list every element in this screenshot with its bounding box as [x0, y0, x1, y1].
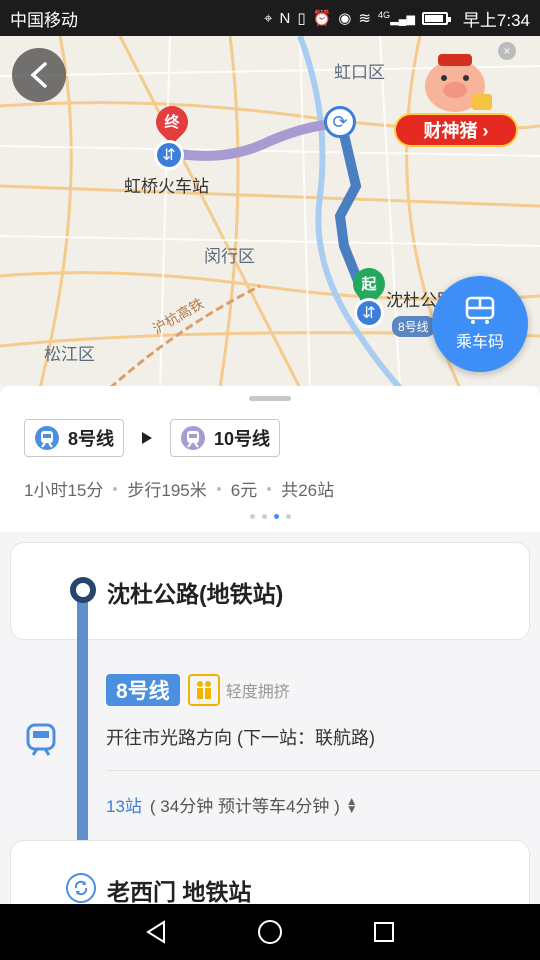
crowd-level: 轻度拥挤	[225, 684, 290, 701]
promo-close-icon[interactable]: ×	[498, 42, 516, 60]
train-direction: 开往市光路方向 (下一站：联航路)	[106, 728, 375, 748]
map-label-minhang: 闵行区	[204, 247, 255, 266]
metro-icon	[35, 426, 59, 450]
chevron-left-icon	[30, 62, 47, 88]
route-sheet: 8号线 10号线 1小时15分 步行195米 6元 共26站 沈杜公路(地铁站)…	[0, 386, 540, 920]
vibrate-icon: ▯	[297, 10, 306, 27]
route-meta: 1小时15分 步行195米 6元 共26站	[24, 476, 334, 501]
walk-start-icon: ⇵	[354, 298, 384, 328]
crowd-icon	[187, 674, 220, 706]
nav-back-icon[interactable]	[144, 919, 168, 945]
map-label-hongkou: 虹口区	[334, 63, 385, 82]
transfer-station-name: 老西门 地铁站	[107, 879, 252, 905]
ride-code-label: 乘车码	[455, 334, 504, 351]
metro-icon	[26, 723, 56, 756]
promo-banner[interactable]: 财神猪 ›	[394, 113, 518, 147]
route-fare: 6元	[230, 481, 258, 500]
route-walk: 步行195米	[127, 481, 207, 500]
map-line8-tag: 8号线	[392, 316, 435, 337]
eye-icon: ◉	[338, 10, 352, 27]
metro-icon	[181, 426, 206, 450]
drag-handle[interactable]	[249, 396, 291, 401]
route-lines: 8号线 10号线	[24, 419, 281, 457]
line-chip-label: 10号线	[214, 429, 271, 449]
system-nav-bar	[0, 904, 540, 960]
carrier-name: 中国移动	[10, 10, 78, 30]
stops-toggle[interactable]: 13站 ( 34分钟 预计等车4分钟 ) ▲ ▼	[106, 792, 358, 817]
line-chip-8: 8号线	[24, 419, 125, 457]
expand-icon: ▲ ▼	[345, 793, 358, 816]
start-node	[70, 577, 96, 603]
map-label-hongqiao: 虹桥火车站	[124, 177, 209, 196]
clock: 早上7:34	[462, 10, 530, 30]
status-icons: ⌖ N ▯ ⏰ ◉ ≋ 4G▂▄▆ 早上7:34	[264, 6, 530, 31]
walk-icon: ⇵	[154, 140, 184, 170]
battery-icon	[421, 11, 451, 25]
transfer-marker-icon[interactable]: ⟳	[324, 106, 356, 138]
alarm-icon: ⏰	[312, 10, 332, 27]
status-bar: 中国移动 ⌖ N ▯ ⏰ ◉ ≋ 4G▂▄▆ 早上7:34	[0, 0, 540, 36]
nav-recents-icon[interactable]	[372, 920, 396, 944]
map-label-songjiang: 松江区	[44, 345, 95, 364]
nfc-icon: N	[279, 9, 291, 27]
back-button[interactable]	[12, 48, 66, 102]
route-duration: 1小时15分	[24, 481, 104, 500]
ride-code-button[interactable]: 乘车码	[432, 276, 528, 372]
stop-count: 13站	[106, 797, 142, 816]
signal-icon: 4G▂▄▆	[377, 10, 415, 26]
start-station-name: 沈杜公路(地铁站)	[107, 581, 284, 607]
line-badge: 8号线	[106, 674, 180, 706]
line-chip-10: 10号线	[170, 419, 281, 457]
page-indicator	[250, 514, 291, 519]
segment-detail: ( 34分钟 预计等车4分钟 )	[149, 797, 340, 816]
arrow-right-icon	[142, 432, 153, 444]
wifi-icon: ≋	[358, 10, 371, 27]
transit-segment[interactable]: 8号线 轻度拥挤 开往市光路方向 (下一站：联航路) 13站 ( 34分钟 预计…	[106, 674, 540, 816]
line-chip-label: 8号线	[68, 429, 115, 449]
bus-icon	[465, 296, 495, 324]
route-stops: 共26站	[281, 481, 335, 500]
route-summary[interactable]: 8号线 10号线 1小时15分 步行195米 6元 共26站	[0, 386, 540, 532]
fortune-pig-icon[interactable]	[412, 50, 498, 116]
nav-home-icon[interactable]	[257, 919, 283, 945]
end-marker[interactable]: 终	[149, 99, 195, 145]
location-icon: ⌖	[264, 9, 273, 27]
transfer-node-icon	[66, 873, 96, 903]
